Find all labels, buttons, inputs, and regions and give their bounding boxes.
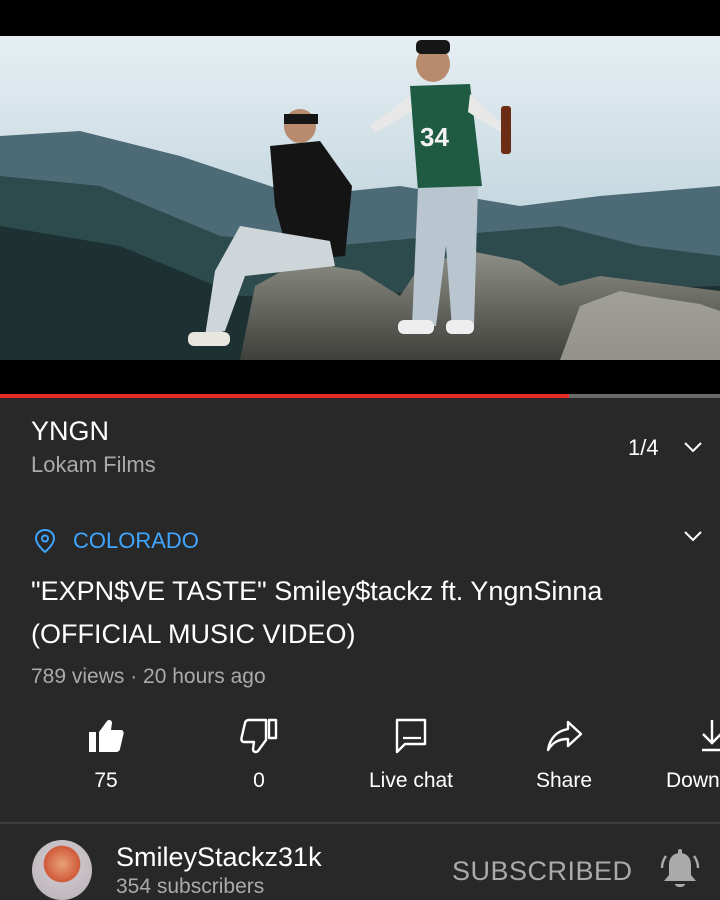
download-icon bbox=[702, 720, 720, 752]
video-frame: 34 bbox=[0, 36, 720, 360]
chevron-down-icon[interactable] bbox=[682, 439, 704, 455]
thumbs-up-icon bbox=[89, 719, 124, 752]
status-bar bbox=[0, 0, 720, 36]
video-progress-bar[interactable] bbox=[0, 394, 720, 398]
notification-bell-icon[interactable] bbox=[660, 848, 700, 892]
subscribed-button[interactable]: SUBSCRIBED bbox=[452, 856, 633, 887]
svg-text:34: 34 bbox=[420, 122, 449, 152]
video-player[interactable]: 34 bbox=[0, 36, 720, 360]
share-label: Share bbox=[535, 769, 593, 792]
channel-subscribers: 354 subscribers bbox=[116, 875, 265, 898]
like-button[interactable]: 75 bbox=[51, 716, 161, 793]
live-chat-label: Live chat bbox=[368, 769, 454, 792]
dislike-count: 0 bbox=[253, 769, 265, 792]
like-count: 75 bbox=[94, 769, 118, 792]
live-chat-button[interactable]: Live chat bbox=[356, 716, 466, 793]
download-label: Down bbox=[666, 769, 720, 792]
chevron-down-icon[interactable] bbox=[682, 528, 704, 544]
playlist-title[interactable]: YNGN bbox=[31, 416, 109, 447]
chat-icon bbox=[395, 718, 427, 754]
location-link[interactable]: COLORADO bbox=[73, 528, 199, 554]
channel-avatar[interactable] bbox=[32, 840, 92, 900]
playlist-channel[interactable]: Lokam Films bbox=[31, 452, 156, 478]
divider bbox=[0, 822, 720, 824]
video-progress-fill bbox=[0, 394, 569, 398]
video-title[interactable]: "EXPN$VE TASTE" Smiley$tackz ft. YngnSin… bbox=[31, 570, 671, 656]
download-button[interactable]: Down bbox=[664, 716, 720, 793]
dislike-button[interactable]: 0 bbox=[204, 716, 314, 793]
video-letterbox bbox=[0, 360, 720, 394]
share-button[interactable]: Share bbox=[509, 716, 619, 793]
playlist-index[interactable]: 1/4 bbox=[628, 435, 659, 461]
video-meta: 789 views · 20 hours ago bbox=[31, 665, 266, 688]
thumbs-down-icon bbox=[240, 718, 278, 754]
share-icon bbox=[546, 720, 583, 752]
location-pin-icon bbox=[34, 528, 56, 554]
channel-name[interactable]: SmileyStackz31k bbox=[116, 842, 322, 873]
